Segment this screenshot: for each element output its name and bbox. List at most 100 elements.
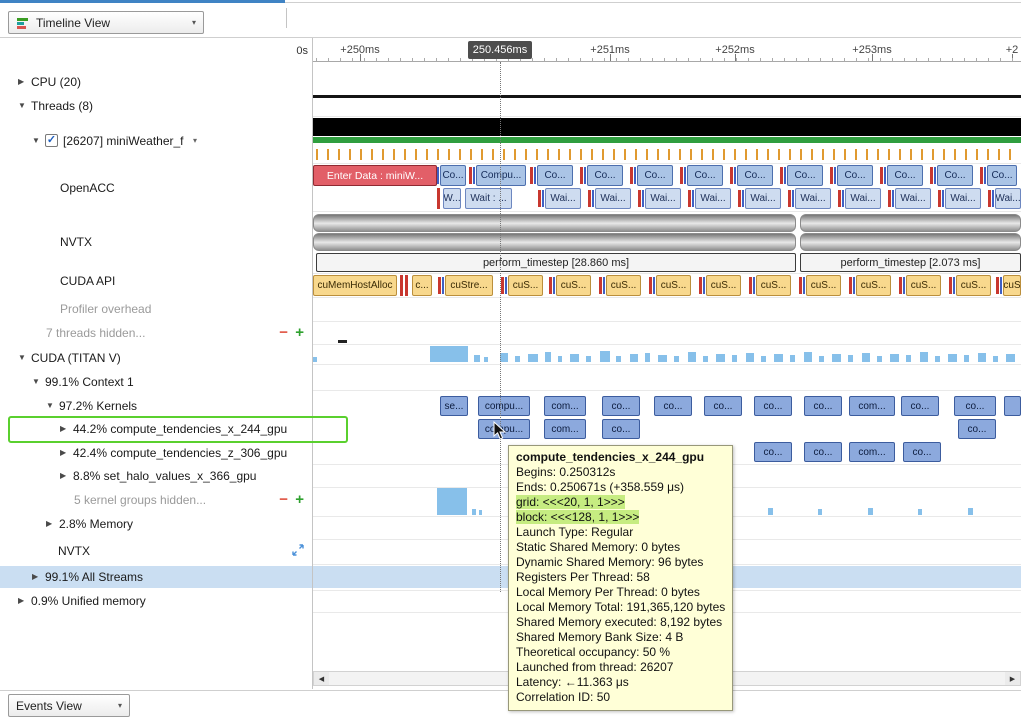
openacc-event[interactable]: Co...: [440, 165, 466, 186]
openacc-event[interactable]: Co...: [837, 165, 873, 186]
cuda-api-call[interactable]: cuS...: [756, 275, 791, 296]
openacc-event[interactable]: Enter Data : miniW...: [313, 165, 437, 186]
tree-expand-icon[interactable]: ▶: [46, 519, 52, 529]
tree-collapse-icon[interactable]: ▼: [32, 136, 40, 146]
nvtx-range-band[interactable]: [800, 214, 1021, 232]
openacc-wait-event[interactable]: Wai...: [845, 188, 881, 209]
openacc-wait-event[interactable]: Wai...: [545, 188, 581, 209]
openacc-event[interactable]: Compu...: [476, 165, 526, 186]
sidebar-row-0-9-unified-memory[interactable]: ▶0.9% Unified memory: [0, 591, 312, 611]
sidebar-row-26207-miniweather-f[interactable]: ▼✓[26207] miniWeather_f▾: [0, 131, 312, 151]
openacc-event[interactable]: Co...: [887, 165, 923, 186]
hide-rows-icon[interactable]: −: [279, 323, 288, 343]
cuda-api-call[interactable]: cuMemHostAlloc: [313, 275, 397, 296]
openacc-event[interactable]: Co...: [587, 165, 623, 186]
tree-expand-icon[interactable]: ▶: [60, 448, 66, 458]
openacc-wait-event[interactable]: Wai...: [595, 188, 631, 209]
kernel-summary-event[interactable]: co...: [954, 396, 996, 416]
cuda-api-call[interactable]: cuS: [1003, 275, 1021, 296]
cuda-api-call[interactable]: cuS...: [906, 275, 941, 296]
show-rows-icon[interactable]: +: [295, 323, 304, 343]
row-checkbox[interactable]: ✓: [45, 134, 58, 147]
row-dropdown-caret-icon[interactable]: ▾: [193, 136, 197, 145]
sidebar-row-nvtx[interactable]: NVTX: [0, 232, 312, 252]
cuda-api-call[interactable]: cuS...: [706, 275, 741, 296]
tendencies-x-kernel[interactable]: co...: [958, 419, 996, 439]
tendencies-z-kernel[interactable]: com...: [849, 442, 895, 462]
tendencies-x-kernel[interactable]: com...: [544, 419, 586, 439]
sidebar-row-5-kernel-groups-hidden[interactable]: 5 kernel groups hidden...−+: [0, 490, 312, 510]
sidebar-row-99-1-context-1[interactable]: ▼99.1% Context 1: [0, 372, 312, 392]
openacc-event[interactable]: Co...: [537, 165, 573, 186]
sidebar-row-openacc[interactable]: OpenACC: [0, 178, 312, 198]
cuda-api-call[interactable]: cuS...: [606, 275, 641, 296]
sidebar-row-99-1-all-streams[interactable]: ▶99.1% All Streams: [0, 567, 312, 587]
cuda-api-call[interactable]: cuS...: [656, 275, 691, 296]
tendencies-z-kernel[interactable]: co...: [903, 442, 941, 462]
sidebar-row-profiler-overhead[interactable]: Profiler overhead: [0, 299, 312, 319]
nvtx-range-band[interactable]: [313, 233, 796, 251]
kernel-summary-event[interactable]: se...: [440, 396, 468, 416]
openacc-wait-event[interactable]: Wait : ...: [465, 188, 512, 209]
openacc-event[interactable]: Co...: [987, 165, 1017, 186]
kernel-summary-event[interactable]: com...: [849, 396, 895, 416]
tendencies-x-kernel[interactable]: co...: [602, 419, 640, 439]
kernel-summary-event[interactable]: co...: [804, 396, 842, 416]
tree-expand-icon[interactable]: ▶: [60, 471, 66, 481]
kernel-summary-event[interactable]: co...: [704, 396, 742, 416]
cuda-api-call[interactable]: cuS...: [508, 275, 543, 296]
cuda-api-call[interactable]: cuStre...: [445, 275, 493, 296]
cuda-api-call[interactable]: cuS...: [956, 275, 991, 296]
sidebar-row-7-threads-hidden[interactable]: 7 threads hidden...−+: [0, 323, 312, 343]
hide-rows-icon[interactable]: −: [279, 490, 288, 510]
tree-collapse-icon[interactable]: ▼: [46, 401, 54, 411]
timeline-view-dropdown[interactable]: Timeline View ▾: [8, 11, 204, 34]
sidebar-row-8-8-set-halo-values-x-366-gpu[interactable]: ▶8.8% set_halo_values_x_366_gpu: [0, 466, 312, 486]
tendencies-z-kernel[interactable]: co...: [804, 442, 842, 462]
cuda-api-call[interactable]: c...: [412, 275, 432, 296]
cuda-api-call[interactable]: cuS...: [856, 275, 891, 296]
openacc-wait-event[interactable]: Wai...: [745, 188, 781, 209]
scroll-right-button[interactable]: ▶: [1005, 672, 1020, 685]
kernel-summary-event[interactable]: co...: [754, 396, 792, 416]
tree-expand-icon[interactable]: ▶: [32, 572, 38, 582]
kernel-summary-event[interactable]: compu...: [478, 396, 530, 416]
nvtx-range[interactable]: perform_timestep [28.860 ms]: [316, 253, 796, 272]
sidebar-row-cuda-titan-v[interactable]: ▼CUDA (TITAN V): [0, 348, 312, 368]
nvtx-range[interactable]: perform_timestep [2.073 ms]: [800, 253, 1021, 272]
events-view-dropdown[interactable]: Events View ▾: [8, 694, 130, 717]
openacc-wait-event[interactable]: Wai...: [895, 188, 931, 209]
openacc-wait-event[interactable]: Wai...: [795, 188, 831, 209]
openacc-event[interactable]: Co...: [637, 165, 673, 186]
kernel-summary-event[interactable]: com...: [544, 396, 586, 416]
openacc-event[interactable]: Co...: [937, 165, 973, 186]
tree-expand-icon[interactable]: ▶: [18, 596, 24, 606]
sidebar-row-cuda-api[interactable]: CUDA API: [0, 271, 312, 291]
expand-row-icon[interactable]: [292, 544, 304, 556]
openacc-wait-event[interactable]: W...: [443, 188, 461, 209]
sidebar-row-42-4-compute-tendencies-z-306-gpu[interactable]: ▶42.4% compute_tendencies_z_306_gpu: [0, 443, 312, 463]
tree-collapse-icon[interactable]: ▼: [32, 377, 40, 387]
openacc-wait-event[interactable]: Wai...: [695, 188, 731, 209]
sidebar-row-nvtx[interactable]: NVTX: [0, 541, 312, 561]
cuda-api-call[interactable]: cuS...: [556, 275, 591, 296]
openacc-event[interactable]: Co...: [787, 165, 823, 186]
scroll-left-button[interactable]: ◀: [314, 672, 329, 685]
tree-collapse-icon[interactable]: ▼: [18, 353, 26, 363]
sidebar-row-97-2-kernels[interactable]: ▼97.2% Kernels: [0, 396, 312, 416]
show-rows-icon[interactable]: +: [295, 490, 304, 510]
openacc-event[interactable]: Co...: [737, 165, 773, 186]
process-activity-bar[interactable]: [313, 118, 1021, 136]
openacc-wait-event[interactable]: Wai...: [645, 188, 681, 209]
tree-collapse-icon[interactable]: ▼: [18, 101, 26, 111]
nvtx-range-band[interactable]: [313, 214, 796, 232]
kernel-summary-event[interactable]: co...: [901, 396, 939, 416]
kernel-summary-event[interactable]: co...: [602, 396, 640, 416]
kernel-summary-event[interactable]: co...: [654, 396, 692, 416]
tendencies-z-kernel[interactable]: co...: [754, 442, 792, 462]
openacc-wait-event[interactable]: Wai...: [945, 188, 981, 209]
sidebar-row-cpu-20[interactable]: ▶CPU (20): [0, 72, 312, 92]
nvtx-range-band[interactable]: [800, 233, 1021, 251]
cuda-api-call[interactable]: cuS...: [806, 275, 841, 296]
sidebar-row-2-8-memory[interactable]: ▶2.8% Memory: [0, 514, 312, 534]
